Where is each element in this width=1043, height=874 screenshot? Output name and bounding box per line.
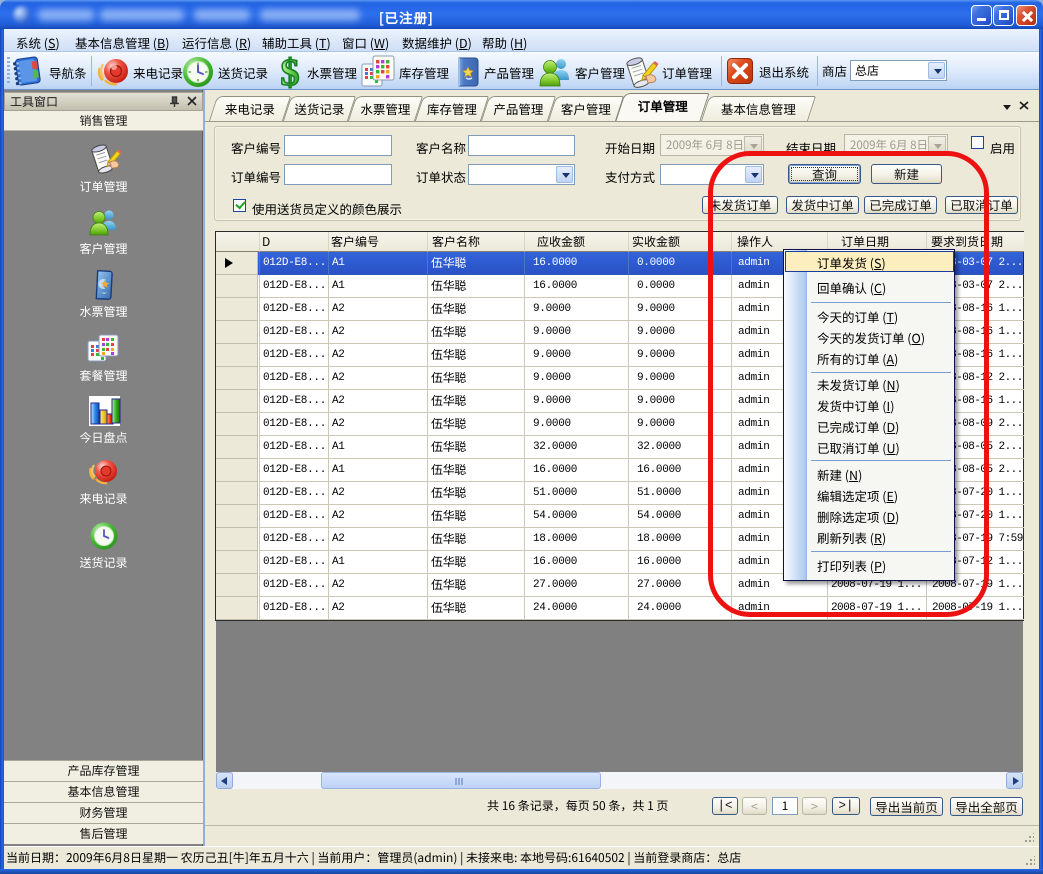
svg-text:$: $ (281, 54, 300, 90)
